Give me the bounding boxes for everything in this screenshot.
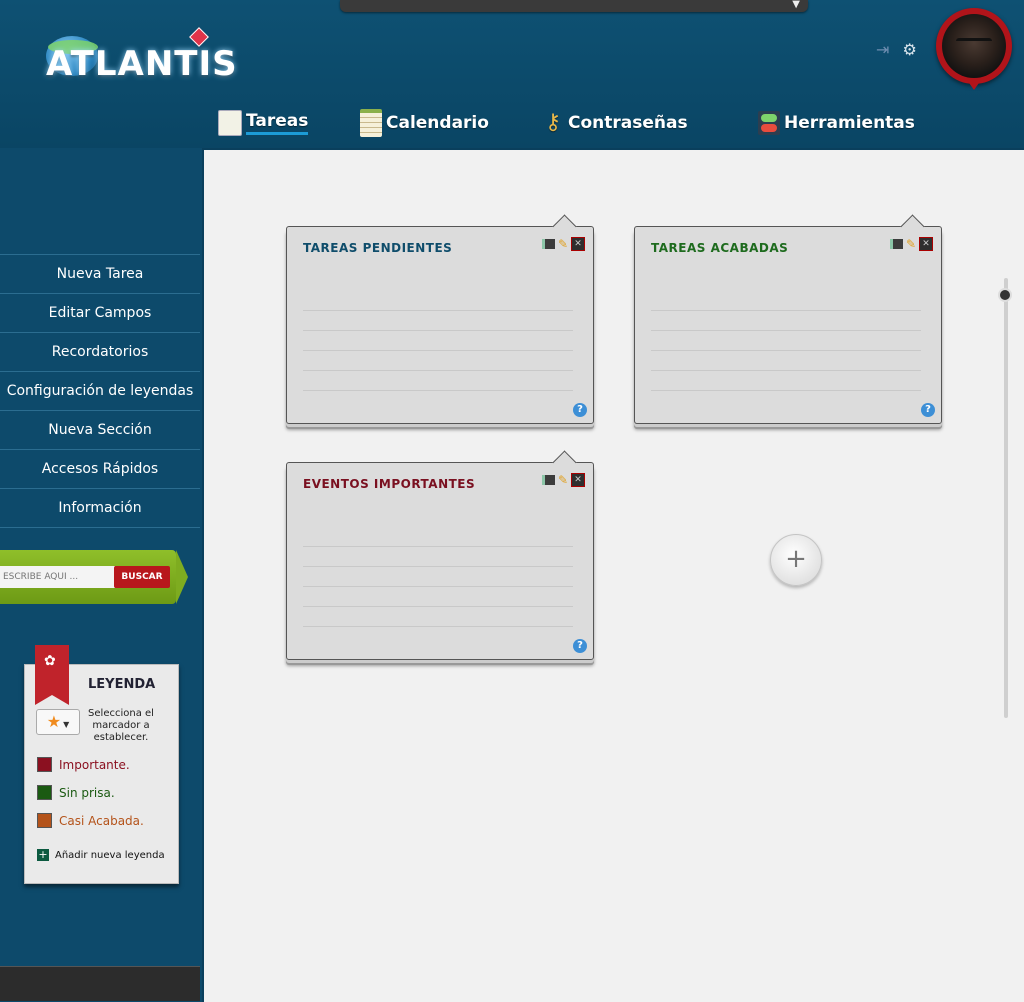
search-box: BUSCAR [0, 550, 188, 604]
task-card-pendientes: TAREAS PENDIENTES ✎ ✕ ? [286, 214, 594, 424]
top-dropdown-bar[interactable]: ▼ [340, 0, 808, 12]
add-card-button[interactable]: + [770, 534, 822, 586]
tab-label: Herramientas [784, 113, 915, 133]
tab-label: Contraseñas [568, 113, 688, 133]
chevron-down-icon: ▼ [63, 720, 70, 729]
tab-herramientas[interactable]: Herramientas [758, 108, 915, 138]
tab-tareas[interactable]: Tareas [218, 108, 309, 138]
sidebar-item-nueva-tarea[interactable]: Nueva Tarea [0, 254, 200, 293]
tab-calendario[interactable]: Calendario [360, 108, 489, 138]
user-avatar[interactable] [936, 8, 1012, 90]
edit-icon[interactable]: ✎ [558, 473, 568, 487]
legend-swatch [37, 757, 52, 772]
palette-icon: ✿ [44, 653, 56, 669]
card-list [303, 527, 573, 627]
tab-contrasenas[interactable]: ⚷ Contraseñas [542, 108, 688, 138]
task-card-acabadas: TAREAS ACABADAS ✎ ✕ ? [634, 214, 942, 424]
card-tools: ✎ ✕ [539, 237, 585, 251]
card-notch [552, 450, 577, 475]
marker-select[interactable]: ★ ▼ [36, 709, 80, 735]
plus-icon: + [37, 848, 49, 861]
tools-icon [758, 111, 780, 135]
close-icon[interactable]: ✕ [571, 237, 585, 251]
avatar-pointer [967, 80, 981, 90]
help-icon[interactable]: ? [573, 639, 587, 653]
header-actions: ⇥ ⚙ [876, 40, 925, 59]
close-icon[interactable]: ✕ [571, 473, 585, 487]
card-title: EVENTOS IMPORTANTES [303, 477, 476, 491]
legend-item-importante[interactable]: Importante. [37, 757, 130, 772]
card-list [303, 291, 573, 391]
sidebar-menu: Nueva Tarea Editar Campos Recordatorios … [0, 254, 200, 528]
sidebar-item-informacion[interactable]: Información [0, 488, 200, 528]
app-logo[interactable]: ATLANTIS [46, 27, 238, 96]
comment-icon[interactable] [541, 239, 555, 249]
legend-item-label: Importante. [59, 757, 130, 772]
gear-icon[interactable]: ⚙ [903, 40, 917, 59]
legend-item-label: Sin prisa. [59, 785, 115, 800]
card-notch [900, 214, 925, 239]
main-content: TAREAS PENDIENTES ✎ ✕ ? TAREAS ACABADAS … [202, 148, 1024, 1002]
sidebar-item-editar-campos[interactable]: Editar Campos [0, 293, 200, 332]
tab-label: Tareas [246, 111, 309, 135]
card-title: TAREAS ACABADAS [651, 241, 789, 255]
chevron-down-icon[interactable]: ▼ [792, 0, 800, 10]
sidebar-item-nueva-seccion[interactable]: Nueva Sección [0, 410, 200, 449]
search-button[interactable]: BUSCAR [114, 566, 170, 588]
card-title: TAREAS PENDIENTES [303, 241, 453, 255]
add-legend-button[interactable]: + Añadir nueva leyenda [37, 849, 165, 861]
card-tools: ✎ ✕ [539, 473, 585, 487]
legend-item-casi-acabada[interactable]: Casi Acabada. [37, 813, 144, 828]
tasks-icon [218, 110, 242, 136]
edit-icon[interactable]: ✎ [906, 237, 916, 251]
comment-icon[interactable] [889, 239, 903, 249]
legend-ribbon: ✿ [35, 645, 69, 705]
card-list [651, 291, 921, 391]
key-icon: ⚷ [544, 110, 562, 135]
tab-label: Calendario [386, 113, 489, 133]
sidebar: Nueva Tarea Editar Campos Recordatorios … [0, 148, 200, 1001]
sidebar-item-accesos-rapidos[interactable]: Accesos Rápidos [0, 449, 200, 488]
logo-text: ATLANTIS [46, 44, 238, 84]
legend-swatch [37, 813, 52, 828]
close-icon[interactable]: ✕ [919, 237, 933, 251]
add-legend-label: Añadir nueva leyenda [55, 849, 165, 861]
calendar-icon [360, 109, 382, 137]
legend-item-label: Casi Acabada. [59, 813, 144, 828]
sidebar-bottom-bar [0, 966, 200, 1001]
scroll-handle[interactable] [998, 288, 1012, 302]
avatar-photo [942, 14, 1006, 78]
logout-icon[interactable]: ⇥ [876, 40, 889, 59]
card-tools: ✎ ✕ [887, 237, 933, 251]
task-card-eventos: EVENTOS IMPORTANTES ✎ ✕ ? [286, 450, 594, 660]
legend-hint: Selecciona el marcador a establecer. [88, 708, 154, 743]
legend-swatch [37, 785, 52, 800]
comment-icon[interactable] [541, 475, 555, 485]
help-icon[interactable]: ? [921, 403, 935, 417]
legend-panel: ✿ LEYENDA ★ ▼ Selecciona el marcador a es… [24, 645, 179, 884]
sidebar-item-configuracion-leyendas[interactable]: Configuración de leyendas [0, 371, 200, 410]
legend-item-sin-prisa[interactable]: Sin prisa. [37, 785, 115, 800]
card-notch [552, 214, 577, 239]
vertical-scrollbar[interactable] [998, 278, 1012, 718]
search-input[interactable] [0, 566, 115, 588]
app-header: ▼ ATLANTIS ⇥ ⚙ Tareas Calendario ⚷ Contr… [0, 0, 1024, 148]
star-icon: ★ [46, 712, 62, 731]
legend-title: LEYENDA [88, 677, 156, 692]
sidebar-item-recordatorios[interactable]: Recordatorios [0, 332, 200, 371]
help-icon[interactable]: ? [573, 403, 587, 417]
edit-icon[interactable]: ✎ [558, 237, 568, 251]
